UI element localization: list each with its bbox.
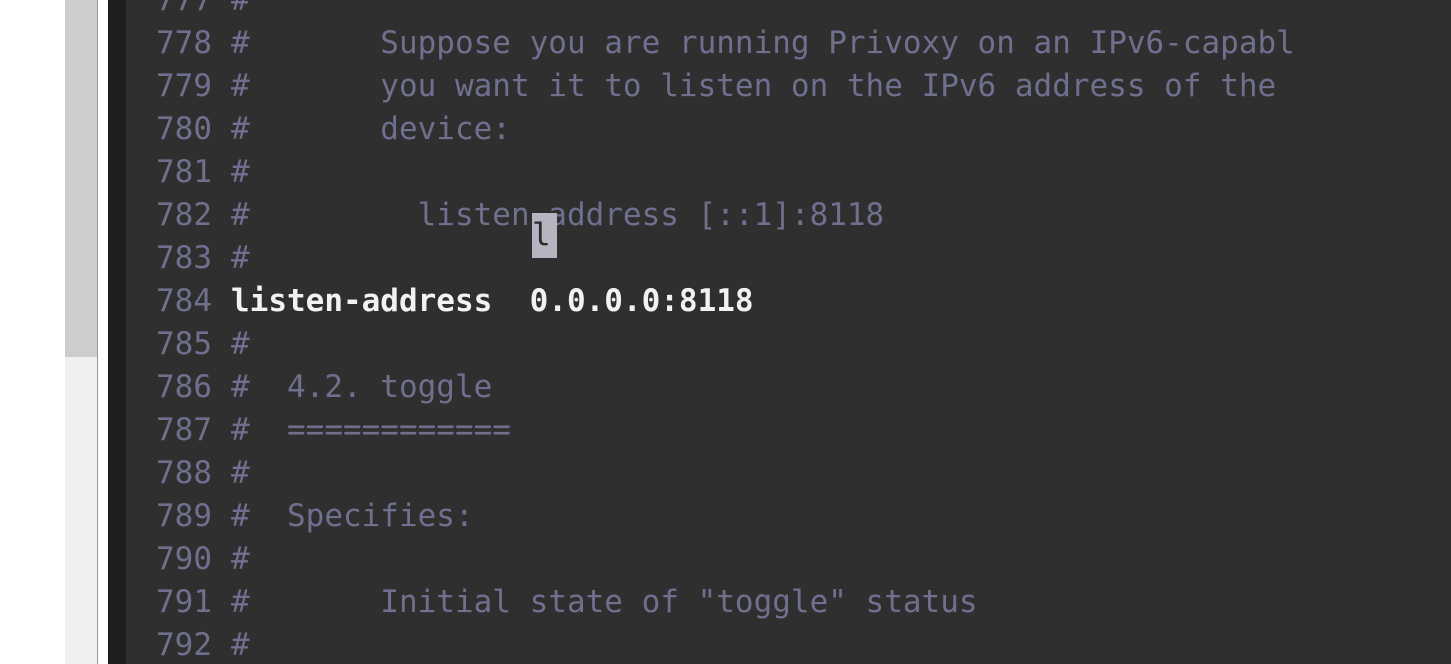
line-number: 781 — [156, 154, 212, 190]
line-number: 784 — [156, 283, 212, 319]
line-number: 782 — [156, 197, 212, 233]
code-line-text: # — [231, 627, 250, 663]
line-number: 791 — [156, 584, 212, 620]
line-number: 786 — [156, 369, 212, 405]
code-line[interactable]: 784 listen-address 0.0.0.0:8118 — [108, 280, 1451, 323]
code-line[interactable]: 788 # — [108, 452, 1451, 495]
code-line[interactable]: 783 # — [108, 237, 1451, 280]
code-line[interactable]: 779 # you want it to listen on the IPv6 a… — [108, 65, 1451, 108]
vertical-scrollbar[interactable] — [65, 0, 98, 664]
code-line-text: # — [231, 240, 250, 276]
scrollbar-thumb[interactable] — [65, 0, 98, 357]
line-number: 778 — [156, 25, 212, 61]
code-line[interactable]: 786 # 4.2. toggle — [108, 366, 1451, 409]
code-line[interactable]: 782 # listen-address [::1]:8118 — [108, 194, 1451, 237]
code-line[interactable]: 778 # Suppose you are running Privoxy on … — [108, 22, 1451, 65]
code-line-text: # — [231, 455, 250, 491]
line-number: 790 — [156, 541, 212, 577]
line-number: 789 — [156, 498, 212, 534]
code-line-text: # — [231, 326, 250, 362]
panel-seam — [98, 0, 108, 664]
code-line[interactable]: 787 # ============ — [108, 409, 1451, 452]
code-line[interactable]: 780 # device: — [108, 108, 1451, 151]
code-line-text: # Initial state of "toggle" status — [231, 584, 978, 620]
cursor-character: l — [532, 217, 551, 253]
code-line-text: # — [231, 541, 250, 577]
line-number: 792 — [156, 627, 212, 663]
line-number: 785 — [156, 326, 212, 362]
line-number: 779 — [156, 68, 212, 104]
line-number: 788 — [156, 455, 212, 491]
code-line-text: # — [231, 154, 250, 190]
code-line-text: # device: — [231, 111, 511, 147]
code-line[interactable]: 789 # Specifies: — [108, 495, 1451, 538]
code-line-text: # — [231, 0, 250, 18]
code-line-text: # you want it to listen on the IPv6 addr… — [231, 68, 1277, 104]
code-line-text: # Specifies: — [231, 498, 474, 534]
code-line[interactable]: 777 # — [108, 0, 1451, 22]
code-editor[interactable]: 777 #778 # Suppose you are running Privoxy… — [108, 0, 1451, 664]
code-line-text: # ============ — [231, 412, 511, 448]
code-line[interactable]: 781 # — [108, 151, 1451, 194]
screen-root: 777 #778 # Suppose you are running Privoxy… — [0, 0, 1451, 664]
code-line-text: # Suppose you are running Privoxy on an … — [231, 25, 1295, 61]
code-line-text-active: listen-address 0.0.0.0:8118 — [231, 283, 754, 319]
line-number: 780 — [156, 111, 212, 147]
line-number: 787 — [156, 412, 212, 448]
code-line-text: # 4.2. toggle — [231, 369, 493, 405]
code-lines[interactable]: 777 #778 # Suppose you are running Privoxy… — [108, 0, 1451, 664]
code-line[interactable]: 791 # Initial state of "toggle" status — [108, 581, 1451, 624]
line-number: 777 — [156, 0, 212, 18]
code-line[interactable]: 790 # — [108, 538, 1451, 581]
line-number: 783 — [156, 240, 212, 276]
code-line[interactable]: 792 # — [108, 624, 1451, 664]
code-line[interactable]: 785 # — [108, 323, 1451, 366]
